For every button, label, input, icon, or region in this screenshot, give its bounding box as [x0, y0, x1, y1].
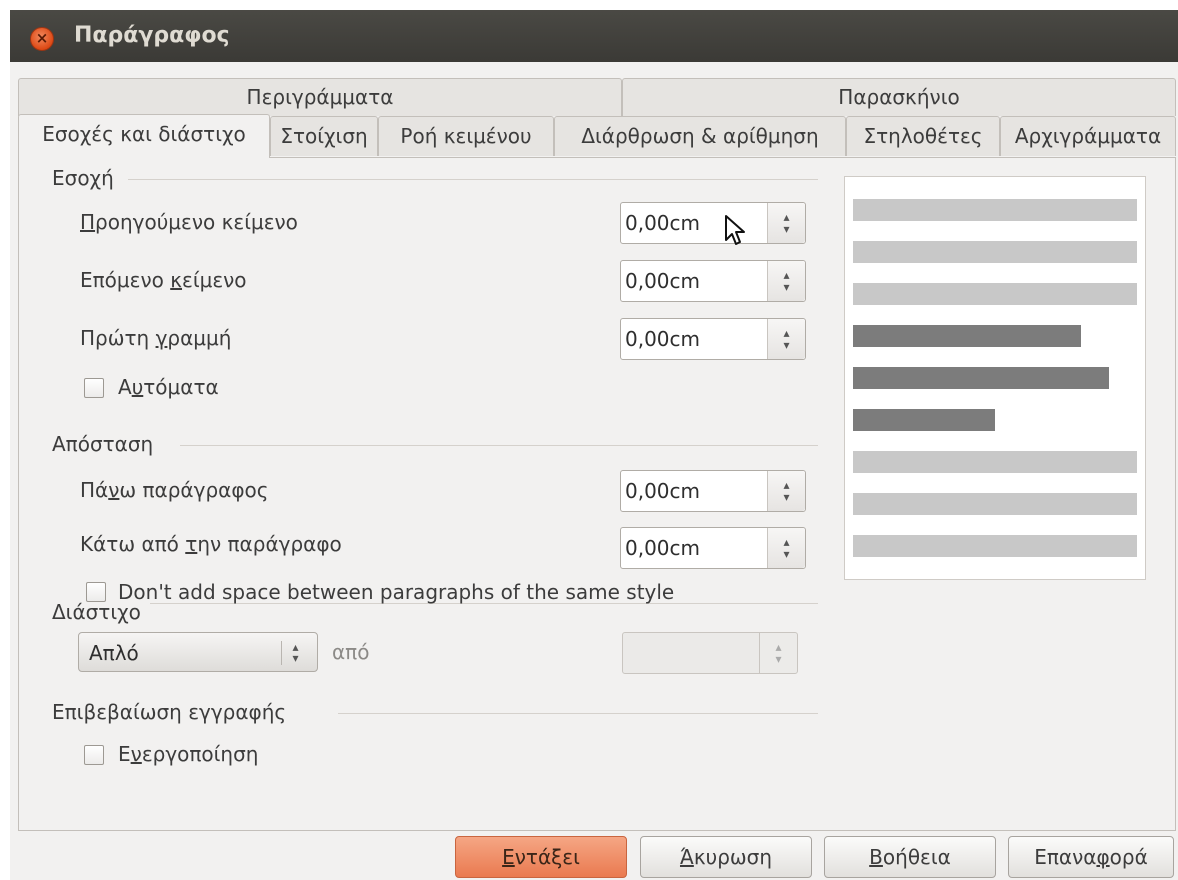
preview-line-current: [853, 367, 1109, 389]
cancel-button[interactable]: Άκυρωση: [640, 836, 812, 878]
no-space-same-style-checkbox[interactable]: [86, 582, 106, 602]
no-space-same-style-label: Don't add space between paragraphs of th…: [118, 580, 675, 604]
preview-line: [853, 451, 1137, 473]
combo-updown-icon[interactable]: ▴ ▾: [281, 641, 309, 665]
activate-label: Ενεργοποίηση: [118, 742, 259, 766]
first-line-label: Πρώτη γραμμή: [80, 326, 232, 350]
tab-background[interactable]: Παρασκήνιο: [622, 78, 1176, 116]
automatic-label: Αυτόματα: [118, 375, 219, 399]
ok-button[interactable]: Εντάξει: [455, 836, 627, 878]
tab-text-flow[interactable]: Ροή κειμένου: [378, 116, 554, 156]
above-paragraph-label: Πάνω παράγραφος: [80, 478, 269, 502]
reset-button[interactable]: Επαναφορά: [1008, 836, 1174, 878]
spacing-separator: [180, 445, 818, 446]
spin-updown-icon[interactable]: ▴ ▾: [767, 319, 805, 359]
above-paragraph-value[interactable]: 0,00cm: [625, 479, 700, 503]
first-line-spin[interactable]: 0,00cm ▴ ▾: [620, 318, 806, 360]
preview-line-current: [853, 325, 1081, 347]
help-button[interactable]: Βοήθεια: [824, 836, 996, 878]
tab-alignment[interactable]: Στοίχιση: [270, 116, 378, 156]
window-title: Παράγραφος: [74, 23, 230, 48]
tab-indents-spacing[interactable]: Εσοχές και διάστιχο: [18, 114, 270, 158]
line-spacing-selected[interactable]: Απλό: [89, 641, 139, 665]
line-spacing-select[interactable]: Απλό ▴ ▾: [78, 632, 318, 672]
after-text-value[interactable]: 0,00cm: [625, 269, 700, 293]
preview-line: [853, 241, 1137, 263]
indent-heading: Εσοχή: [52, 166, 114, 190]
register-true-heading: Επιβεβαίωση εγγραφής: [52, 700, 287, 724]
title-bar: × Παράγραφος: [10, 10, 1178, 62]
before-text-label: Προηγούμενο κείμενο: [80, 210, 298, 234]
spacing-heading: Απόσταση: [52, 432, 154, 456]
preview-line: [853, 199, 1137, 221]
activate-checkbox[interactable]: [84, 745, 104, 765]
spin-updown-icon: ▴ ▾: [759, 633, 797, 673]
tab-borders[interactable]: Περιγράμματα: [18, 78, 622, 116]
before-text-spin[interactable]: 0,00cm ▴ ▾: [620, 202, 806, 244]
before-text-value[interactable]: 0,00cm: [625, 211, 700, 235]
mouse-cursor-icon: [725, 215, 745, 245]
spin-updown-icon[interactable]: ▴ ▾: [767, 203, 805, 243]
below-paragraph-label: Κάτω από την παράγραφο: [80, 532, 342, 556]
after-text-label: Επόμενο κείμενο: [80, 268, 247, 292]
register-true-separator: [338, 713, 818, 714]
spin-updown-icon[interactable]: ▴ ▾: [767, 528, 805, 568]
tab-drop-caps[interactable]: Αρχιγράμματα: [1000, 116, 1176, 156]
preview-line: [853, 493, 1137, 515]
line-spacing-value-spin: ▴ ▾: [622, 632, 798, 674]
first-line-value[interactable]: 0,00cm: [625, 327, 700, 351]
of-label: από: [332, 640, 370, 664]
above-paragraph-spin[interactable]: 0,00cm ▴ ▾: [620, 470, 806, 512]
tab-row-lower: Εσοχές και διάστιχο Στοίχιση Ροή κειμένο…: [18, 114, 1176, 158]
tab-tabs[interactable]: Στηλοθέτες: [846, 116, 1000, 156]
preview-line-current: [853, 409, 995, 431]
spin-updown-icon[interactable]: ▴ ▾: [767, 261, 805, 301]
tab-outline-numbering[interactable]: Διάρθρωση & αρίθμηση: [554, 116, 846, 156]
below-paragraph-spin[interactable]: 0,00cm ▴ ▾: [620, 527, 806, 569]
preview-line: [853, 283, 1137, 305]
preview-line: [853, 535, 1137, 557]
automatic-checkbox[interactable]: [84, 378, 104, 398]
paragraph-preview: [844, 176, 1146, 580]
tab-row-upper: Περιγράμματα Παρασκήνιο: [18, 70, 1176, 116]
below-paragraph-value[interactable]: 0,00cm: [625, 536, 700, 560]
spin-updown-icon[interactable]: ▴ ▾: [767, 471, 805, 511]
indent-separator: [128, 179, 818, 180]
close-icon[interactable]: ×: [30, 27, 54, 51]
after-text-spin[interactable]: 0,00cm ▴ ▾: [620, 260, 806, 302]
